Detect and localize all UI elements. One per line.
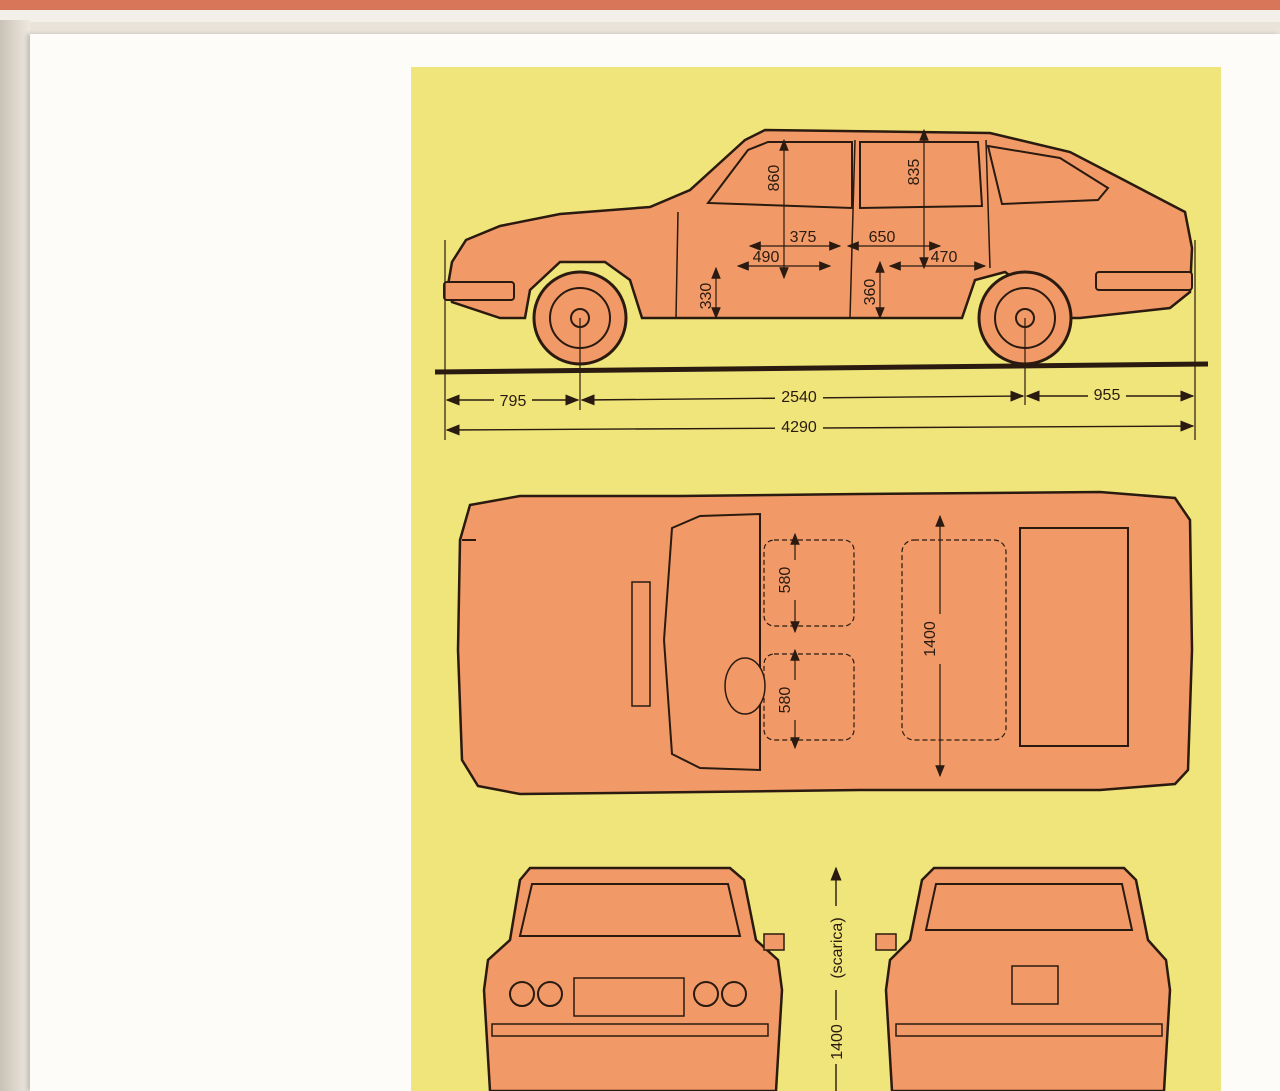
dim-height-label: (scarica) [829, 917, 846, 978]
mirror-icon [875, 933, 897, 951]
dim-rear-overhang: 955 [1094, 387, 1121, 404]
top-view-tailgate [1019, 527, 1129, 747]
top-view-bonnet-vent [631, 581, 651, 707]
dim-rear-headroom: 835 [906, 159, 923, 186]
dim-legroom-rear: 650 [869, 229, 896, 246]
front-view [482, 866, 785, 1091]
dim-front-seat-depth: 490 [753, 249, 780, 266]
dim-front-overhang: 795 [500, 393, 527, 410]
front-view-windscreen [518, 883, 742, 937]
car-dimension-diagram: 860 835 375 650 490 470 330 360 795 2540… [434, 128, 1209, 1091]
steering-wheel-icon [724, 657, 766, 715]
rear-view [875, 866, 1172, 1091]
dim-rear-seat-depth: 470 [931, 249, 958, 266]
dim-overall-length: 4290 [781, 419, 817, 436]
front-bumper [443, 281, 515, 301]
dim-legroom-front: 375 [790, 229, 817, 246]
dim-seat-width-upper: 580 [777, 567, 794, 594]
dim-rear-seat-height: 360 [862, 279, 879, 306]
dim-front-headroom: 860 [766, 165, 783, 192]
rear-view-window [924, 883, 1134, 931]
dim-wheelbase: 2540 [781, 389, 817, 406]
rear-bumper [1095, 271, 1193, 291]
ground-line [434, 361, 1209, 375]
mirror-icon [763, 933, 785, 951]
side-view: 860 835 375 650 490 470 330 360 795 2540… [434, 128, 1209, 440]
dim-seat-width-lower: 580 [777, 687, 794, 714]
dim-interior-width: 1400 [922, 621, 939, 657]
top-view-windscreen [662, 512, 761, 772]
dim-front-seat-height: 330 [698, 283, 715, 310]
dim-height-value: 1400 [829, 1024, 846, 1060]
top-view: 580 580 1400 [456, 490, 1194, 796]
